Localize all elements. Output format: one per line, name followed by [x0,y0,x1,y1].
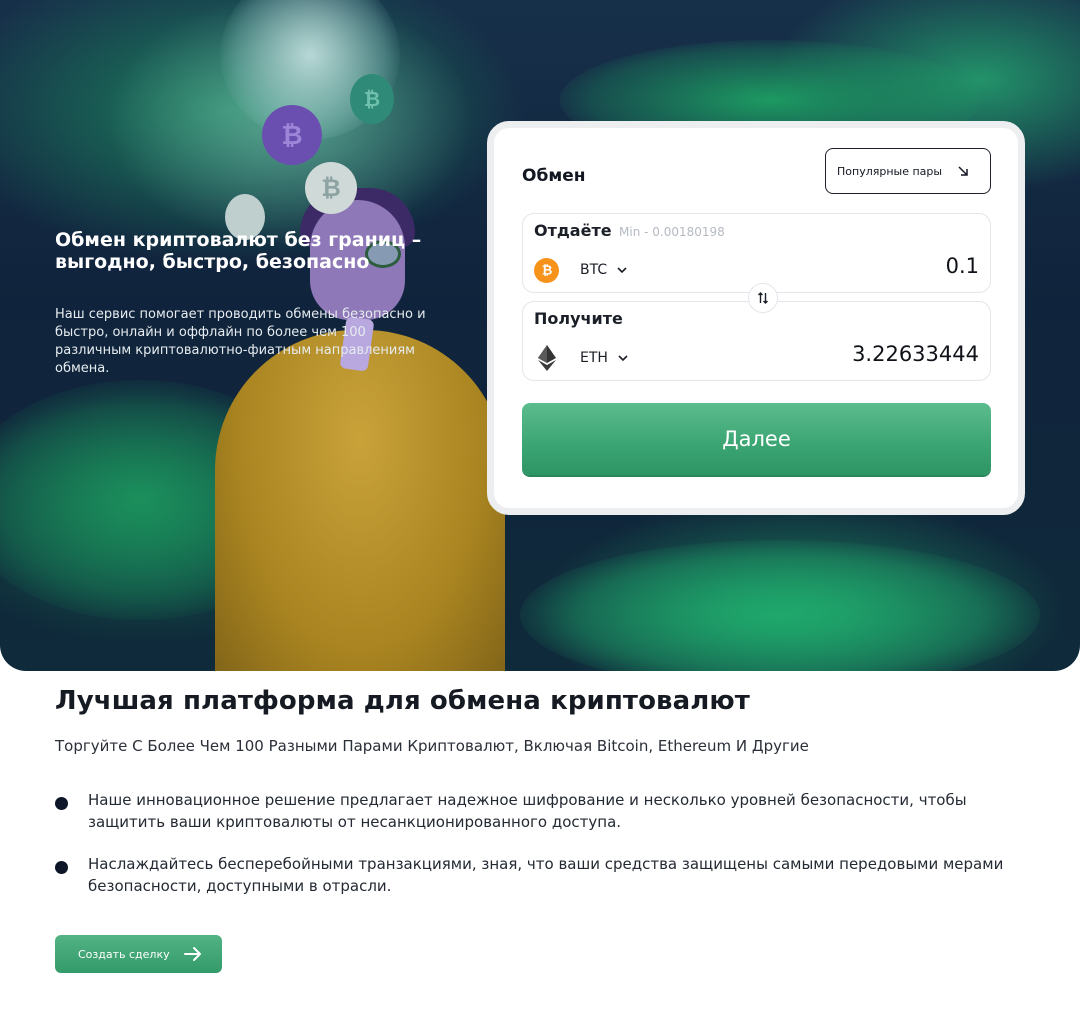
coin-purple-icon: ₿ [262,105,322,165]
give-amount-input[interactable] [779,254,979,278]
receive-coin-code: ETH [580,350,608,366]
receive-label: Получите [534,309,623,328]
svg-text:₿: ₿ [541,264,552,278]
exchange-card: Обмен Популярные пары Отдаёте Min - 0.00… [487,121,1025,515]
give-min-text: Min - 0.00180198 [619,225,725,239]
bullet-dot-icon [55,797,68,810]
coin-grey-icon: ₿ [305,162,357,214]
character-jacket [215,330,505,671]
give-box: Отдаёте Min - 0.00180198 ₿ BTC [522,213,991,293]
swap-arrows-icon [758,292,768,304]
ethereum-icon [534,345,559,371]
arrow-down-right-icon [958,166,968,176]
receive-coin-select[interactable]: ETH [534,344,629,372]
receive-box: Получите ETH [522,301,991,381]
bitcoin-symbol-icon: ₿ [541,264,552,278]
bullet-text: Наслаждайтесь бесперебойными транзакциям… [88,855,1004,895]
bullet-text: Наше инновационное решение предлагает на… [88,791,967,831]
arrow-right-icon [183,947,201,961]
bullet-dot-icon [55,861,68,874]
ethereum-diamond-icon [537,345,556,371]
create-deal-label: Создать сделку [78,947,170,961]
give-label: Отдаёте [534,221,612,240]
receive-amount-input[interactable] [779,342,979,366]
create-deal-button[interactable]: Создать сделку [55,935,222,973]
hero-description: Наш сервис помогает проводить обмены без… [55,307,426,376]
coin-teal-icon: ₿ [350,74,394,124]
swap-button[interactable] [748,283,778,313]
give-coin-code: BTC [580,262,608,278]
chevron-down-icon [617,267,627,274]
give-coin-select[interactable]: ₿ BTC [534,256,628,284]
popular-pairs-label: Популярные пары [837,164,943,178]
bitcoin-icon: ₿ [534,257,559,283]
hero-title: Обмен криптовалют без границ – выгодно, … [55,229,422,273]
popular-pairs-button[interactable]: Популярные пары [825,148,991,194]
exchange-title: Обмен [522,166,586,186]
hero-banner: ₿ ₿ ₿ Обмен криптовалют без границ – выг… [0,0,1080,671]
next-button[interactable]: Далее [522,403,991,475]
platform-title: Лучшая платформа для обмена криптовалют [55,686,750,716]
hero-green-wave-bottom [520,540,1040,671]
platform-subtitle: Торгуйте С Более Чем 100 Разными Парами … [55,737,809,755]
chevron-down-icon [618,355,628,362]
